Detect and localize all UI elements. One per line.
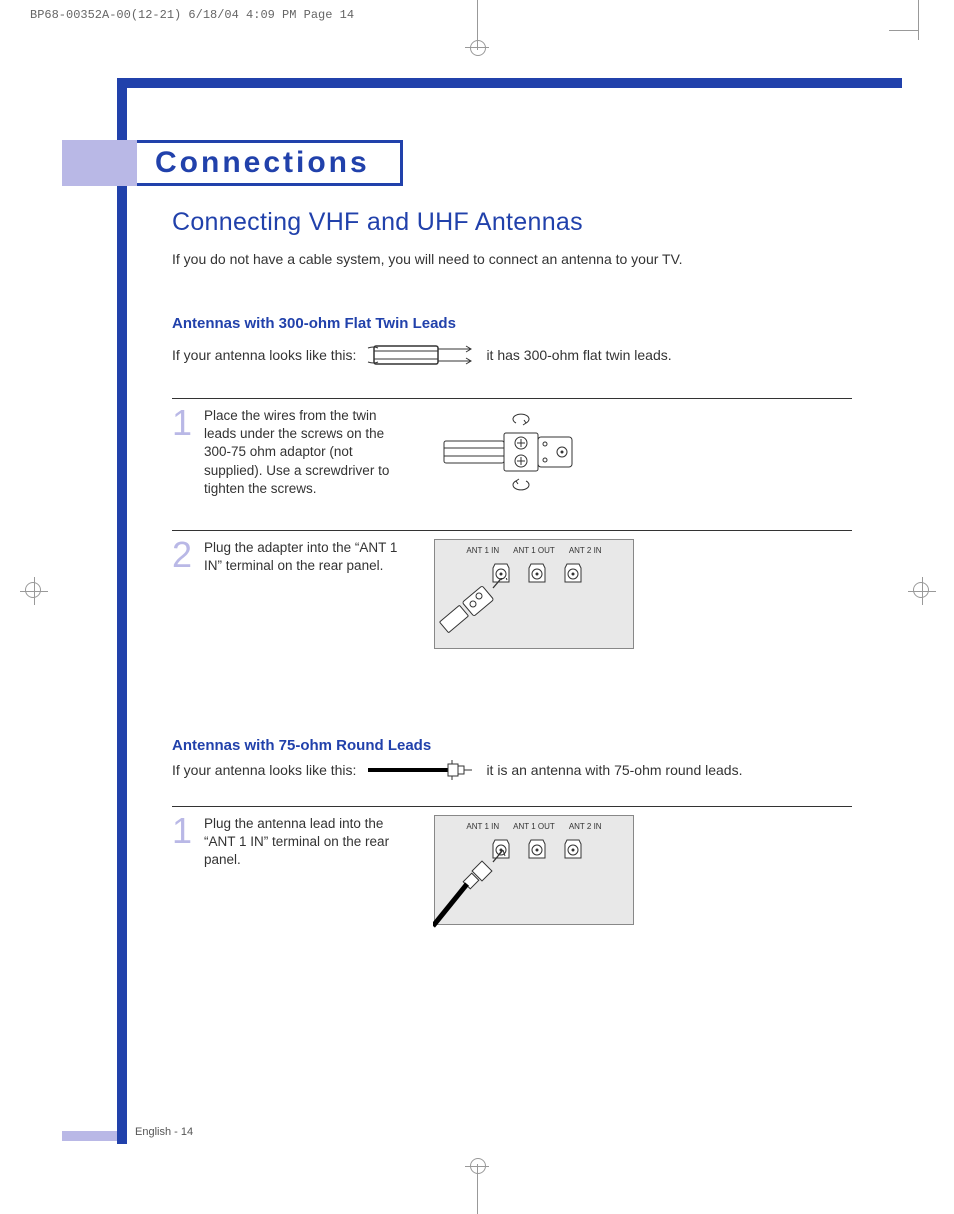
connector-label: ANT 1 OUT: [513, 822, 555, 831]
decorative-bar: [117, 78, 902, 88]
rear-panel-figure: ANT 1 IN ANT 1 OUT ANT 2 IN: [434, 539, 634, 649]
connector-label: ANT 2 IN: [569, 822, 602, 831]
rear-panel-figure: ANT 1 IN ANT 1 OUT ANT 2 IN: [434, 815, 634, 925]
step-number: 2: [172, 539, 194, 649]
intro-text: If you do not have a cable system, you w…: [172, 251, 852, 267]
adaptor-figure-icon: [434, 407, 604, 502]
print-meta-header: BP68-00352A-00(12-21) 6/18/04 4:09 PM Pa…: [30, 8, 354, 22]
main-content: Connecting VHF and UHF Antennas If you d…: [172, 208, 852, 953]
coax-cable-icon: [433, 850, 517, 928]
lead-description-row: If your antenna looks like this: it is a…: [172, 760, 852, 780]
step-text: Place the wires from the twin leads unde…: [204, 407, 404, 502]
connector-label: ANT 1 OUT: [513, 546, 555, 555]
registration-mark-icon: [913, 582, 929, 598]
connector-label: ANT 1 IN: [466, 546, 499, 555]
step-number: 1: [172, 815, 194, 925]
page-footer: English - 14: [135, 1126, 193, 1138]
step-text: Plug the antenna lead into the “ANT 1 IN…: [204, 815, 404, 925]
chapter-title: Connections: [155, 146, 370, 180]
lead-text-after: it has 300-ohm flat twin leads.: [486, 347, 671, 363]
step-item: 2 Plug the adapter into the “ANT 1 IN” t…: [172, 530, 852, 649]
flat-twin-lead-icon: [366, 338, 476, 372]
lead-description-row: If your antenna looks like this: it has …: [172, 338, 852, 372]
adapter-cable-icon: [435, 578, 515, 650]
chapter-title-box: Connections: [137, 140, 403, 186]
connector-label: ANT 2 IN: [569, 546, 602, 555]
decorative-block: [62, 140, 137, 186]
crop-mark-icon: [477, 1164, 478, 1214]
chapter-title-banner: Connections: [62, 140, 403, 186]
step-item: 1 Place the wires from the twin leads un…: [172, 398, 852, 502]
decorative-block: [62, 1131, 117, 1141]
section-subtitle: Connecting VHF and UHF Antennas: [172, 208, 852, 237]
subsection-heading: Antennas with 75-ohm Round Leads: [172, 737, 852, 754]
crop-mark-icon: [918, 0, 919, 40]
step-text: Plug the adapter into the “ANT 1 IN” ter…: [204, 539, 404, 649]
registration-mark-icon: [25, 582, 41, 598]
lead-text-after: it is an antenna with 75-ohm round leads…: [486, 762, 742, 778]
connector-label: ANT 1 IN: [466, 822, 499, 831]
page-content: Connections Connecting VHF and UHF Anten…: [62, 78, 902, 1144]
round-lead-icon: [366, 760, 476, 780]
lead-text-before: If your antenna looks like this:: [172, 762, 356, 778]
crop-mark-icon: [477, 0, 478, 50]
decorative-bar: [117, 78, 127, 1144]
step-number: 1: [172, 407, 194, 502]
subsection-heading: Antennas with 300-ohm Flat Twin Leads: [172, 315, 852, 332]
lead-text-before: If your antenna looks like this:: [172, 347, 356, 363]
step-item: 1 Plug the antenna lead into the “ANT 1 …: [172, 806, 852, 925]
